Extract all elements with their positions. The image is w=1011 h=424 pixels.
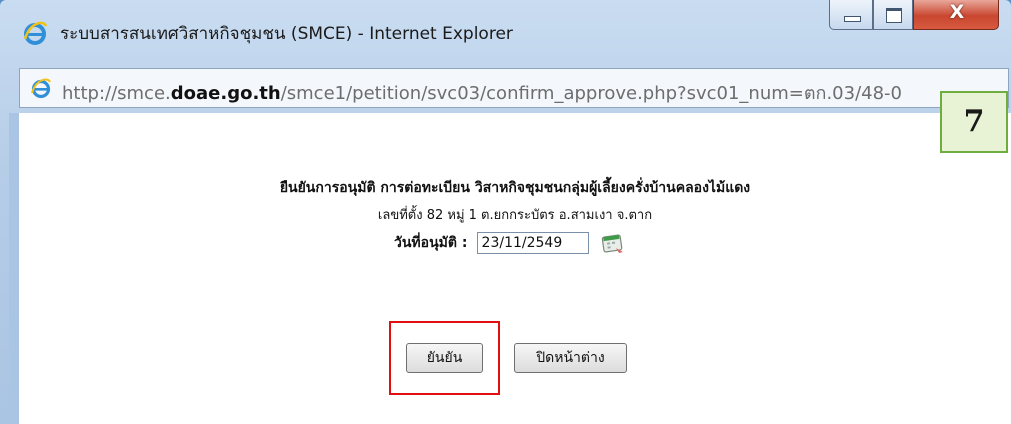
maximize-icon [886,8,902,23]
url-path: /smce1/petition/svc03/confirm_approve.ph… [280,83,902,104]
window-left-frame [9,113,19,424]
minimize-icon [844,16,861,22]
approval-date-input[interactable] [476,232,589,254]
title-bar[interactable]: ระบบสารสนเทศวิสาหกิจชุมชน (SMCE) - Inter… [0,0,1011,60]
url-domain: doae.go.th [170,83,281,104]
close-window-button[interactable]: X [913,0,999,30]
url-prefix: http://smce. [62,83,171,104]
browser-window: ระบบสารสนเทศวิสาหกิจชุมชน (SMCE) - Inter… [0,0,1011,424]
maximize-button[interactable] [873,0,913,30]
approval-date-label: วันที่อนุมัติ : [394,235,468,251]
location-address: เลขที่ตั้ง 82 หมู่ 1 ต.ยกกระบัตร อ.สามเง… [377,208,653,223]
close-page-button[interactable]: ปิดหน้าต่าง [514,343,627,373]
confirm-heading: ยืนยันการอนุมัติ การต่อทะเบียน วิสาหกิจช… [279,180,751,196]
address-bar[interactable]: http://smce.doae.go.th/smce1/petition/sv… [19,68,1009,108]
url-text: http://smce.doae.go.th/smce1/petition/sv… [62,78,902,107]
minimize-button[interactable] [829,0,873,30]
window-title: ระบบสารสนเทศวิสาหกิจชุมชน (SMCE) - Inter… [60,24,513,44]
ie-logo-icon [23,21,48,45]
approval-date-row: วันที่อนุมัติ : [394,231,626,255]
ie-page-icon [31,78,51,99]
confirm-button[interactable]: ยันยัน [406,343,483,373]
page-content: ยืนยันการอนุมัติ การต่อทะเบียน วิสาหกิจช… [19,113,1011,424]
step-number-badge: 7 [940,91,1008,153]
calendar-icon[interactable] [600,231,626,255]
close-icon: X [949,1,965,23]
